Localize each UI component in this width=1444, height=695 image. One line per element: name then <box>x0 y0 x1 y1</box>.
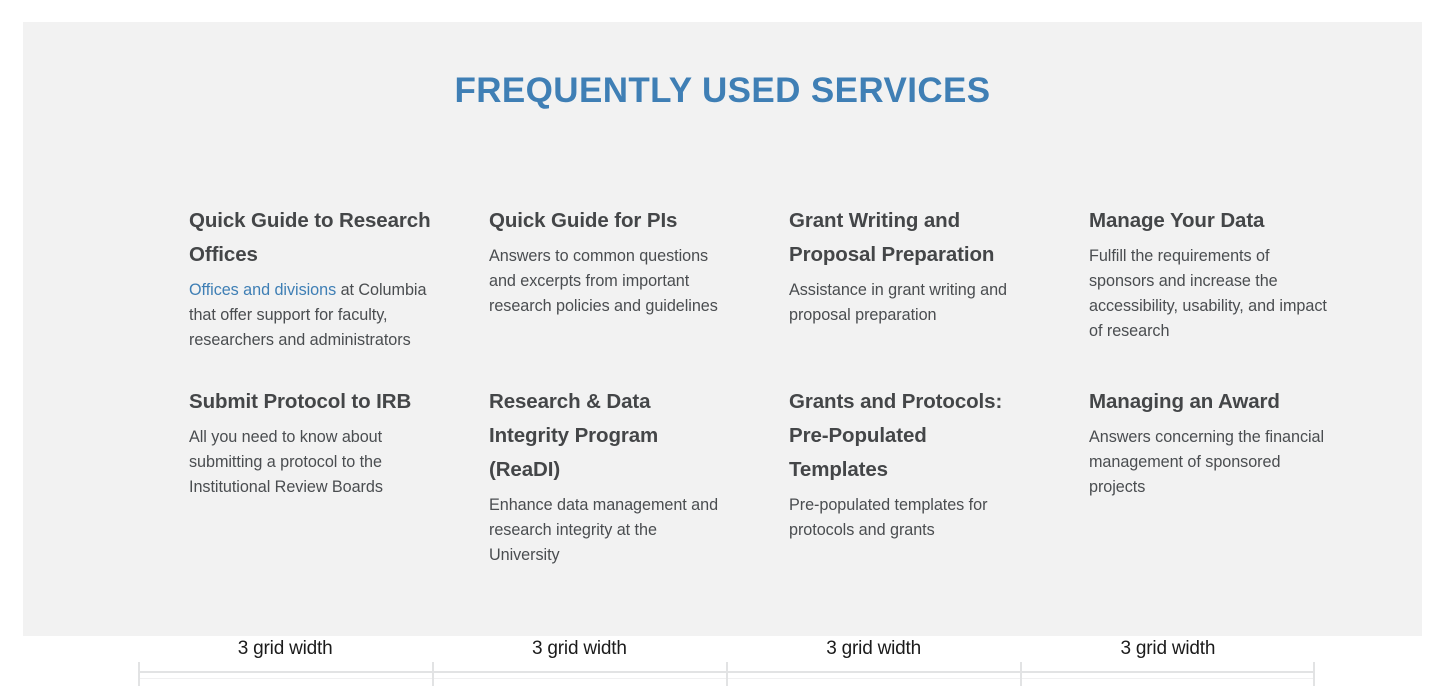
service-card-title: Grants and Protocols: Pre-Populated Temp… <box>789 390 1003 481</box>
service-card-title: Manage Your Data <box>1089 209 1265 232</box>
page-root: FREQUENTLY USED SERVICES Quick Guide to … <box>0 0 1444 695</box>
ruler-tick <box>1020 662 1022 686</box>
service-card[interactable]: Managing an Award Answers concerning the… <box>1065 363 1365 578</box>
offices-and-divisions-link[interactable]: Offices and divisions <box>189 281 336 299</box>
service-card-title: Grant Writing and Proposal Preparation <box>789 209 995 266</box>
service-card[interactable]: Grant Writing and Proposal Preparation A… <box>765 182 1065 363</box>
ruler-tick <box>1313 662 1315 686</box>
service-card-description: Assistance in grant writing and proposal… <box>789 281 1007 324</box>
grid-width-label: 3 grid width <box>1120 638 1216 659</box>
ruler-tick <box>726 662 728 686</box>
frequently-used-services-panel: FREQUENTLY USED SERVICES Quick Guide to … <box>23 22 1422 636</box>
service-card-title: Submit Protocol to IRB <box>189 390 412 413</box>
service-card[interactable]: Grants and Protocols: Pre-Populated Temp… <box>765 363 1065 578</box>
service-card-description: Pre-populated templates for protocols an… <box>789 496 988 539</box>
service-card[interactable]: Quick Guide to Research Offices Offices … <box>165 182 465 363</box>
grid-width-label: 3 grid width <box>531 638 627 659</box>
service-card[interactable]: Research & Data Integrity Program (ReaDI… <box>465 363 765 578</box>
service-card-title: Quick Guide to Research Offices <box>189 209 431 266</box>
services-grid: Quick Guide to Research Offices Offices … <box>165 182 1365 578</box>
service-card-description: Offices and divisions at Columbia that o… <box>189 278 431 353</box>
ruler-tick <box>432 662 434 686</box>
service-card-description: Enhance data management and research int… <box>489 496 719 564</box>
service-card-description: All you need to know about submitting a … <box>189 428 383 496</box>
service-card[interactable]: Quick Guide for PIs Answers to common qu… <box>465 182 765 363</box>
ruler-tick <box>138 662 140 686</box>
service-card-title: Quick Guide for PIs <box>489 209 678 232</box>
service-card-description: Fulfill the requirements of sponsors and… <box>1089 247 1327 340</box>
page-title: FREQUENTLY USED SERVICES <box>454 71 991 110</box>
service-card-description: Answers concerning the financial managem… <box>1089 428 1325 496</box>
service-card[interactable]: Manage Your Data Fulfill the requirement… <box>1065 182 1365 363</box>
service-card-description: Answers to common questions and excerpts… <box>489 247 718 315</box>
service-card-title: Research & Data Integrity Program (ReaDI… <box>489 390 659 481</box>
grid-width-label: 3 grid width <box>237 638 333 659</box>
service-card[interactable]: Submit Protocol to IRB All you need to k… <box>165 363 465 578</box>
service-card-title: Managing an Award <box>1089 390 1280 413</box>
grid-width-ruler: 3 grid width 3 grid width 3 grid width 3… <box>138 634 1315 690</box>
grid-width-label: 3 grid width <box>826 638 921 659</box>
